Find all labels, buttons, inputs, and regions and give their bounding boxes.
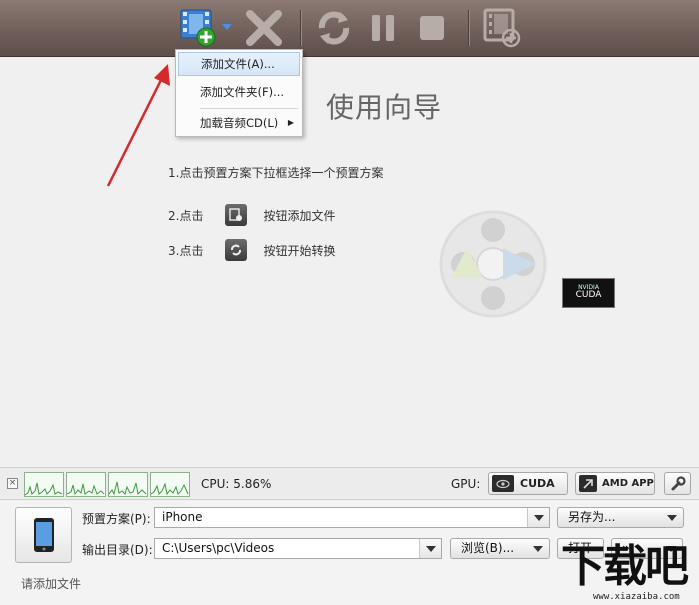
preset-label: 预置方案(P): xyxy=(82,512,151,526)
output-dir-value: C:\Users\pc\Videos xyxy=(162,541,275,555)
pause-icon xyxy=(372,15,394,41)
stop-icon xyxy=(420,16,444,40)
output-dir-label: 输出目录(D): xyxy=(82,543,153,557)
menu-item-add-file[interactable]: 添加文件(A)... xyxy=(178,52,300,76)
refresh-convert-icon xyxy=(318,11,350,45)
add-file-menu: 添加文件(A)... 添加文件夹(F)... 加载音频CD(L) ▶ xyxy=(175,49,303,137)
status-bar: × CPU: 5.86% GPU: CUDA AMD APP xyxy=(0,467,699,500)
close-monitor-button[interactable]: × xyxy=(7,478,18,489)
step-3-prefix: 3.点击 xyxy=(168,243,204,258)
amd-app-button[interactable]: AMD APP xyxy=(575,472,655,495)
cpu-graph xyxy=(24,472,64,497)
step-2-suffix: 按钮添加文件 xyxy=(263,208,336,223)
guide-step-2: 2.点击 按钮添加文件 xyxy=(168,204,335,226)
cpu-graph xyxy=(108,472,148,497)
preset-select[interactable]: iPhone xyxy=(154,507,550,528)
add-segment-button[interactable] xyxy=(480,6,524,50)
chevron-down-icon xyxy=(527,508,549,527)
chevron-down-icon xyxy=(661,508,683,527)
stop-button[interactable] xyxy=(410,6,454,50)
cuda-badge-label: CUDA xyxy=(575,290,602,301)
guide-title: 使用向导 xyxy=(326,91,443,124)
preset-select-value: iPhone xyxy=(162,510,203,524)
settings-button[interactable] xyxy=(664,472,691,495)
watermark-text: 下载吧 xyxy=(561,541,689,592)
convert-button[interactable] xyxy=(312,6,356,50)
pause-button[interactable] xyxy=(361,6,405,50)
wrench-icon xyxy=(671,475,686,490)
browse-button[interactable]: 浏览(B)... xyxy=(450,538,550,559)
toolbar-separator xyxy=(468,10,469,46)
nvidia-eye-icon xyxy=(492,475,514,492)
save-as-label: 另存为... xyxy=(568,510,616,524)
menu-item-add-folder[interactable]: 添加文件夹(F)... xyxy=(178,80,300,104)
chevron-down-icon xyxy=(419,539,441,558)
app-logo-watermark-icon xyxy=(439,210,547,318)
delete-x-icon xyxy=(246,10,282,46)
output-dir-select[interactable]: C:\Users\pc\Videos xyxy=(154,538,442,559)
cuda-button[interactable]: CUDA xyxy=(488,472,568,495)
step-3-suffix: 按钮开始转换 xyxy=(263,243,336,258)
phone-icon xyxy=(33,518,54,552)
status-hint: 请添加文件 xyxy=(21,577,82,591)
remove-button[interactable] xyxy=(242,6,286,50)
menu-item-load-audio-cd-label: 加载音频CD(L) xyxy=(200,116,279,130)
amd-app-button-label: AMD APP xyxy=(602,478,654,489)
cpu-graph xyxy=(66,472,106,497)
guide-step-1: 1.点击预置方案下拉框选择一个预置方案 xyxy=(168,164,383,181)
add-file-dropdown-arrow[interactable] xyxy=(222,24,232,30)
guide-panel: 使用向导 1.点击预置方案下拉框选择一个预置方案 2.点击 按钮添加文件 3.点… xyxy=(0,58,699,466)
add-file-button[interactable] xyxy=(178,6,222,50)
add-video-icon xyxy=(180,9,216,47)
gpu-label: GPU: xyxy=(451,477,481,491)
toolbar-separator xyxy=(300,10,301,46)
device-preview[interactable] xyxy=(15,507,72,563)
film-add-icon xyxy=(483,8,521,48)
watermark-url: www.xiazaiba.com xyxy=(593,592,680,602)
menu-separator xyxy=(200,108,298,109)
save-as-button[interactable]: 另存为... xyxy=(557,507,684,528)
chevron-down-icon xyxy=(527,539,549,558)
add-file-mini-icon xyxy=(225,204,248,226)
menu-item-load-audio-cd[interactable]: 加载音频CD(L) ▶ xyxy=(178,111,300,135)
step-1-text: 1.点击预置方案下拉框选择一个预置方案 xyxy=(168,166,384,180)
guide-step-3: 3.点击 按钮开始转换 xyxy=(168,239,335,261)
nvidia-cuda-badge: NVIDIA CUDA xyxy=(562,278,615,308)
convert-mini-icon xyxy=(225,239,248,261)
cpu-graph xyxy=(150,472,190,497)
site-watermark: 下载吧 www.xiazaiba.com xyxy=(553,530,699,605)
browse-label: 浏览(B)... xyxy=(461,541,515,555)
cuda-button-label: CUDA xyxy=(520,477,555,490)
cpu-usage-label: CPU: 5.86% xyxy=(201,477,272,491)
toolbar xyxy=(0,0,699,57)
amd-arrow-icon xyxy=(579,475,597,492)
submenu-arrow-icon: ▶ xyxy=(287,118,294,127)
step-2-prefix: 2.点击 xyxy=(168,208,204,223)
